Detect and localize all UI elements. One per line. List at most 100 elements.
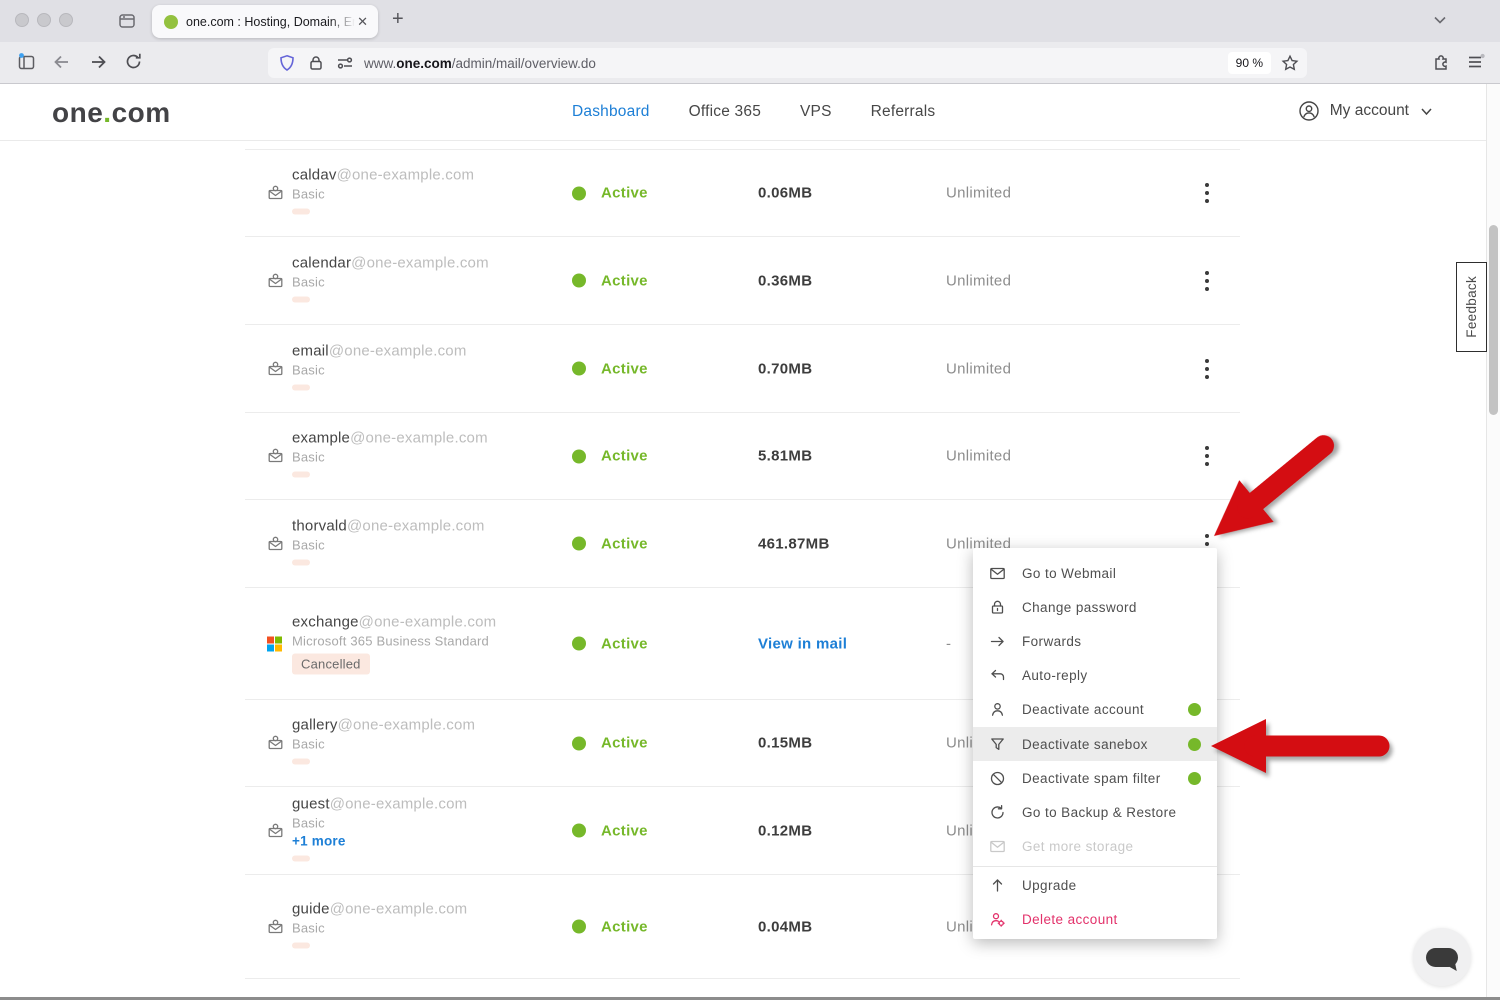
menu-item-upgrade[interactable]: Upgrade [973,869,1217,903]
reload-button[interactable] [124,52,143,71]
scrollbar-track[interactable] [1486,84,1500,1000]
status-cell: Active [572,448,648,465]
tab-title: one.com : Hosting, Domain, Ema [186,15,355,29]
window-close-button[interactable] [15,13,29,27]
arrow-right-icon [989,633,1006,650]
menu-item-auto-reply[interactable]: Auto-reply [973,659,1217,693]
mailbox-icon [267,360,284,377]
window-zoom-button[interactable] [59,13,73,27]
menu-item-delete-account[interactable]: Delete account [973,903,1217,937]
cancelled-badge [292,942,310,948]
menu-item-forwards[interactable]: Forwards [973,624,1217,658]
cancelled-badge [292,472,310,478]
row-menu-button[interactable] [1200,269,1214,293]
account-plan: Basic [292,362,467,377]
one-com-logo[interactable]: one.com [52,97,171,129]
refresh-icon [989,804,1006,821]
nav-item-dashboard[interactable]: Dashboard [572,103,650,121]
status-label: Active [601,822,648,839]
new-tab-button[interactable]: + [392,8,404,31]
nav-item-vps[interactable]: VPS [800,103,832,121]
app-menu-icon[interactable] [1466,52,1486,72]
extensions-puzzle-icon[interactable] [1432,52,1451,71]
view-in-mail-link[interactable]: View in mail [758,635,847,652]
menu-item-label: Go to Backup & Restore [1022,805,1176,820]
status-cell: Active [572,535,648,552]
usage-size: 0.06MB [758,185,812,202]
zoom-level-badge[interactable]: 90 % [1228,52,1271,74]
quota-value: Unlimited [946,448,1011,465]
account-cell: email@one-example.com Basic [292,342,467,395]
account-name: gallery [292,717,338,734]
row-menu-button[interactable] [1200,357,1214,381]
menu-item-go-to-webmail[interactable]: Go to Webmail [973,556,1217,590]
account-cell: guest@one-example.com Basic +1 more [292,795,467,866]
row-menu-button[interactable] [1200,181,1214,205]
menu-item-label: Deactivate spam filter [1022,771,1161,786]
status-dot-icon [572,537,586,551]
mail-icon [989,838,1006,855]
status-label: Active [601,448,648,465]
account-domain: @one-example.com [329,342,467,359]
menu-item-change-password[interactable]: Change password [973,590,1217,624]
row-menu-button[interactable] [1200,444,1214,468]
window-minimize-button[interactable] [37,13,51,27]
menu-item-label: Upgrade [1022,878,1077,893]
status-label: Active [601,272,648,289]
tab-close-icon[interactable]: ✕ [355,14,370,30]
browser-tab[interactable]: one.com : Hosting, Domain, Ema ✕ [152,5,378,38]
tabs-dropdown-icon[interactable] [1432,12,1448,28]
mailbox-icon [267,918,284,935]
account-cell: calendar@one-example.com Basic [292,254,489,307]
account-domain: @one-example.com [330,900,468,917]
account-domain: @one-example.com [338,717,476,734]
menu-item-deactivate-spam-filter[interactable]: Deactivate spam filter [973,761,1217,795]
status-dot-icon [572,274,586,288]
usage-size: 0.04MB [758,918,812,935]
scrollbar-thumb[interactable] [1489,225,1498,415]
shield-icon[interactable] [278,54,296,72]
browser-toolbar: www.one.com/admin/mail/overview.do 90 % [0,42,1500,84]
tab-manager-icon[interactable] [117,11,137,31]
menu-item-go-to-backup-restore[interactable]: Go to Backup & Restore [973,795,1217,829]
logo-green-dot: . [103,97,111,128]
url-bar[interactable]: www.one.com/admin/mail/overview.do 90 % [268,48,1307,78]
status-dot-icon [572,920,586,934]
nav-item-referrals[interactable]: Referrals [871,103,936,121]
lock-icon[interactable] [308,55,324,71]
status-cell: Active [572,360,648,377]
usage-size: 0.70MB [758,360,812,377]
bookmark-star-icon[interactable] [1281,54,1299,72]
menu-item-label: Go to Webmail [1022,566,1116,581]
firefox-view-icon[interactable] [16,52,37,73]
reply-icon [989,667,1006,684]
permissions-icon[interactable] [336,54,354,72]
status-cell: Active [572,735,648,752]
feedback-label: Feedback [1464,276,1479,338]
more-link[interactable]: +1 more [292,833,467,848]
account-cell: caldav@one-example.com Basic [292,167,474,220]
nav-item-office-365[interactable]: Office 365 [689,103,761,121]
browser-chrome: one.com : Hosting, Domain, Ema ✕ + [0,0,1500,84]
chat-widget-button[interactable] [1413,928,1471,986]
forward-button[interactable] [88,52,108,72]
table-row-calendar: calendar@one-example.com Basic Active 0.… [245,237,1240,325]
mailbox-icon [267,735,284,752]
status-dot-icon [572,362,586,376]
account-plan: Basic [292,920,467,935]
account-context-menu: Go to Webmail Change password Forwards A… [973,548,1217,939]
feedback-tab[interactable]: Feedback [1456,262,1487,352]
back-button[interactable] [52,52,72,72]
arrow-up-icon [989,877,1006,894]
mailbox-icon [267,272,284,289]
account-name: caldav [292,167,337,184]
status-dot-icon [572,736,586,750]
url-text: www.one.com/admin/mail/overview.do [364,56,1228,71]
account-domain: @one-example.com [359,613,497,630]
menu-item-deactivate-sanebox[interactable]: Deactivate sanebox [973,727,1217,761]
status-label: Active [601,918,648,935]
chat-bubble-icon [1426,948,1458,967]
my-account-button[interactable]: My account [1298,100,1434,122]
menu-item-deactivate-account[interactable]: Deactivate account [973,693,1217,727]
account-cell: thorvald@one-example.com Basic [292,517,485,570]
